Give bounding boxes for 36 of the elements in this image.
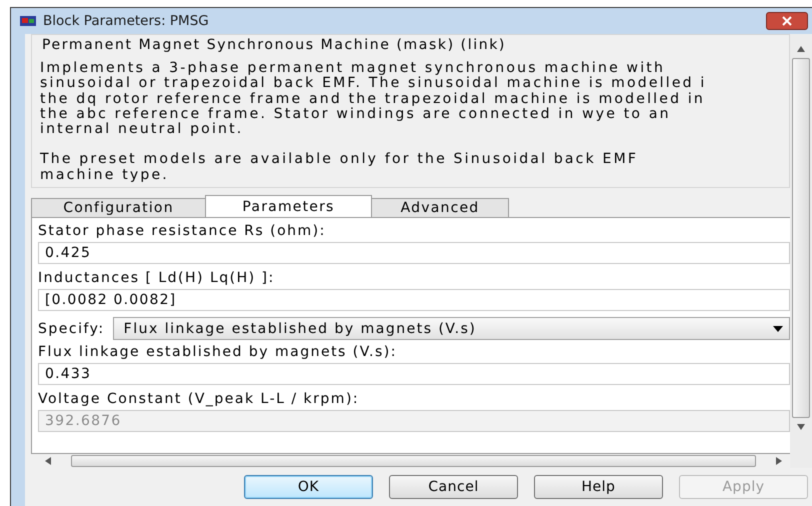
description-text: The preset models are available only for the Sinusoidal back EMF (40, 152, 640, 168)
block-heading: Permanent Magnet Synchronous Machine (mask) (link) (42, 37, 507, 53)
description-text: internal neutral point. (40, 122, 244, 138)
caret-icon (773, 326, 783, 332)
scroll-thumb[interactable] (792, 58, 810, 418)
parameter-label: Voltage Constant (V_peak L-L / krpm): (38, 390, 360, 408)
input-field[interactable]: [0.0082 0.0082] (38, 289, 790, 312)
parameter-label: Stator phase resistance Rs (ohm): (38, 222, 327, 240)
input-field[interactable]: 0.425 (38, 242, 790, 264)
dropdown-value: Flux linkage established by magnets (V.s) (124, 320, 476, 337)
description-text: machine type. (40, 168, 170, 184)
vertical-scrollbar[interactable] (790, 34, 812, 468)
scroll-thumb[interactable] (71, 455, 756, 467)
description-text: the abc reference frame. Stator windings are connected in wye to an (40, 106, 672, 122)
dialog-button[interactable]: OK (244, 475, 373, 499)
description-text: Implements a 3-phase permanent magnet synchronous machine with (40, 61, 666, 76)
right-arrow-icon (776, 457, 782, 465)
tab[interactable]: Configuration (31, 198, 206, 218)
dialog-button[interactable]: Cancel (389, 475, 518, 499)
block-icon (19, 14, 37, 28)
left-arrow-icon (45, 457, 51, 465)
tab[interactable]: Advanced (371, 198, 509, 218)
close-icon (781, 16, 793, 26)
parameter-label: Inductances [ Ld(H) Lq(H) ]: (38, 269, 276, 288)
description-text: the dq rotor reference frame and the trapezoidal machine is modelled in (40, 92, 706, 107)
input-field[interactable]: 0.433 (38, 363, 790, 386)
description-text: sinusoidal or trapezoidal back EMF. The sinusoidal machine is modelled i (40, 76, 708, 92)
window-title: Block Parameters: PMSG (43, 13, 210, 29)
parameter-label: Specify: (38, 320, 105, 338)
dialog-button[interactable]: Help (534, 475, 663, 499)
up-arrow-icon (797, 46, 805, 52)
tab[interactable]: Parameters (205, 195, 372, 218)
down-arrow-icon (797, 424, 805, 430)
dropdown[interactable]: Flux linkage established by magnets (V.s) (112, 317, 790, 340)
close-button[interactable] (766, 12, 808, 30)
parameter-label: Flux linkage established by magnets (V.s): (38, 343, 398, 362)
